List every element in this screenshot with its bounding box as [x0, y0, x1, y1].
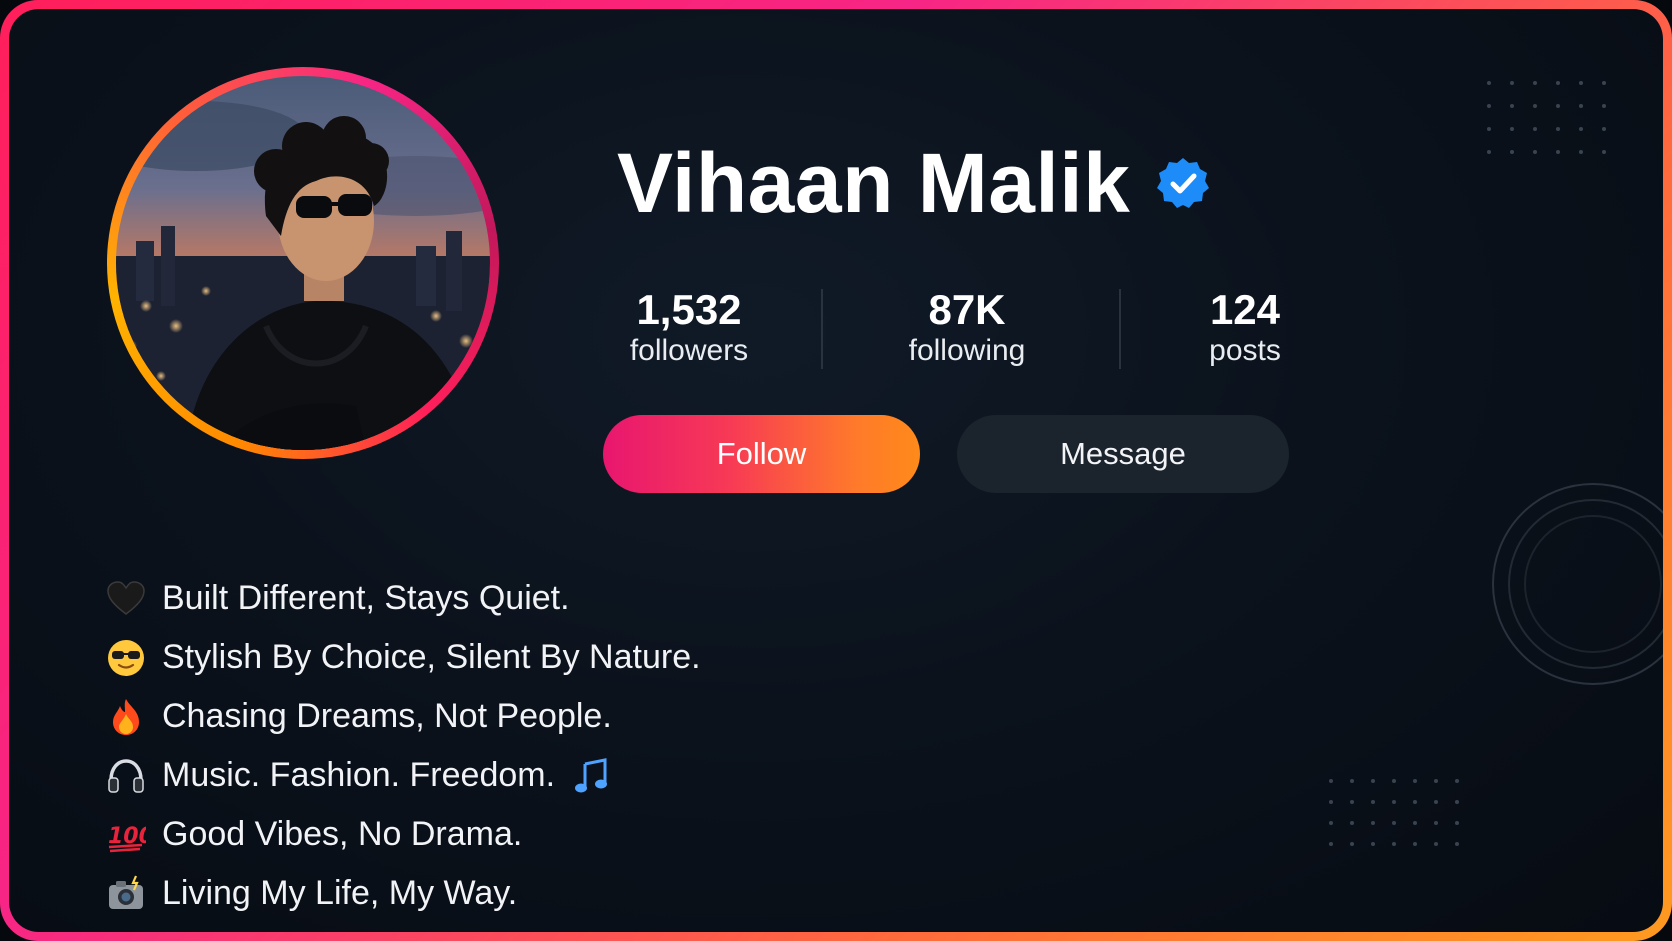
bio-line: Living My Life, My Way. [104, 864, 701, 923]
decorative-dot [1413, 842, 1417, 846]
verified-badge-icon [1157, 158, 1210, 208]
decorative-dot [1329, 779, 1333, 783]
sunglasses-face-icon [104, 636, 148, 680]
decorative-dot [1602, 127, 1606, 131]
decorative-dot [1487, 81, 1491, 85]
decorative-dot [1329, 842, 1333, 846]
decorative-dot [1434, 800, 1438, 804]
decorative-dot-grid-top [1487, 81, 1625, 173]
decorative-dot [1510, 81, 1514, 85]
decorative-dot [1510, 127, 1514, 131]
bio-line: Music. Fashion. Freedom. [104, 746, 701, 805]
decorative-dot [1487, 150, 1491, 154]
decorative-dot [1533, 127, 1537, 131]
follow-button[interactable]: Follow [603, 415, 920, 493]
decorative-dot [1487, 104, 1491, 108]
decorative-dot [1579, 104, 1583, 108]
bio: Built Different, Stays Quiet. Stylish By… [104, 569, 701, 923]
decorative-dot-grid-bottom [1329, 779, 1476, 863]
music-note-icon [569, 754, 613, 798]
stat-divider [1119, 289, 1121, 369]
decorative-dot [1556, 81, 1560, 85]
decorative-dot [1434, 779, 1438, 783]
decorative-dot [1556, 104, 1560, 108]
decorative-dot [1329, 800, 1333, 804]
decorative-dot [1413, 800, 1417, 804]
avatar-illustration [116, 101, 490, 450]
stat-divider [821, 289, 823, 369]
decorative-dot [1350, 842, 1354, 846]
stat-followers[interactable]: 1,532 followers [589, 286, 789, 369]
fire-icon [104, 695, 148, 739]
decorative-dot [1392, 821, 1396, 825]
decorative-dot [1434, 842, 1438, 846]
stat-label: followers [629, 334, 749, 368]
decorative-dot [1533, 150, 1537, 154]
stat-value: 87K [928, 286, 1006, 333]
decorative-dot [1510, 104, 1514, 108]
decorative-dot [1533, 81, 1537, 85]
decorative-rings [1492, 483, 1663, 685]
avatar [116, 76, 490, 450]
bio-text: Stylish By Choice, Silent By Nature. [162, 638, 701, 676]
decorative-dot [1579, 127, 1583, 131]
decorative-dot [1413, 779, 1417, 783]
decorative-dot [1371, 800, 1375, 804]
decorative-dot [1455, 779, 1459, 783]
profile-header: Vihaan Malik [617, 141, 1210, 225]
bio-text: Music. Fashion. Freedom. [162, 756, 556, 794]
decorative-dot [1413, 821, 1417, 825]
message-button[interactable]: Message [957, 415, 1289, 493]
decorative-dot [1371, 779, 1375, 783]
decorative-dot [1556, 150, 1560, 154]
profile-card-frame: Vihaan Malik 1,532 followers 87K followi… [0, 0, 1672, 941]
decorative-dot [1455, 821, 1459, 825]
decorative-dot [1556, 127, 1560, 131]
avatar-ring[interactable] [107, 67, 499, 459]
bio-line: 100 Good Vibes, No Drama. [104, 805, 701, 864]
black-heart-icon [104, 577, 148, 621]
decorative-dot [1350, 800, 1354, 804]
decorative-dot [1329, 821, 1333, 825]
profile-stats: 1,532 followers 87K following 124 posts [589, 286, 1309, 373]
headphones-icon [104, 754, 148, 798]
decorative-dot [1350, 821, 1354, 825]
stat-following[interactable]: 87K following [867, 286, 1067, 369]
stat-posts[interactable]: 124 posts [1145, 286, 1345, 369]
decorative-dot [1350, 779, 1354, 783]
profile-card: Vihaan Malik 1,532 followers 87K followi… [9, 9, 1663, 932]
bio-line: Chasing Dreams, Not People. [104, 687, 701, 746]
bio-text: Chasing Dreams, Not People. [162, 697, 612, 735]
profile-name: Vihaan Malik [617, 136, 1131, 230]
decorative-dot [1392, 779, 1396, 783]
bio-line: Built Different, Stays Quiet. [104, 569, 701, 628]
stat-label: posts [1209, 334, 1281, 368]
stat-value: 124 [1209, 286, 1281, 333]
decorative-dot [1455, 842, 1459, 846]
decorative-dot [1434, 821, 1438, 825]
decorative-dot [1455, 800, 1459, 804]
bio-line: Stylish By Choice, Silent By Nature. [104, 628, 701, 687]
decorative-dot [1579, 150, 1583, 154]
hundred-points-icon: 100 [104, 813, 148, 857]
decorative-dot [1510, 150, 1514, 154]
decorative-dot [1602, 104, 1606, 108]
stat-value: 1,532 [636, 286, 742, 333]
bio-text: Living My Life, My Way. [162, 874, 518, 912]
decorative-dot [1371, 842, 1375, 846]
decorative-dot [1371, 821, 1375, 825]
decorative-dot [1487, 127, 1491, 131]
decorative-dot [1602, 150, 1606, 154]
bio-text: Good Vibes, No Drama. [162, 815, 523, 853]
camera-flash-icon [104, 872, 148, 916]
decorative-dot [1392, 800, 1396, 804]
decorative-dot [1533, 104, 1537, 108]
decorative-dot [1602, 81, 1606, 85]
stat-label: following [908, 334, 1026, 368]
decorative-dot [1579, 81, 1583, 85]
bio-text: Built Different, Stays Quiet. [162, 579, 570, 617]
decorative-dot [1392, 842, 1396, 846]
